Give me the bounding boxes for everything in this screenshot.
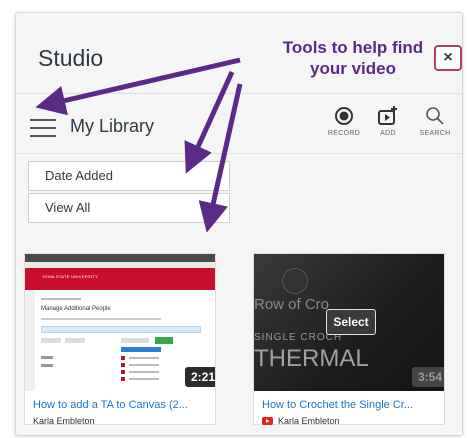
record-icon <box>321 105 367 127</box>
youtube-icon <box>262 417 273 425</box>
video-duration-badge: 3:54 <box>412 367 444 387</box>
video-thumbnail[interactable]: Row of Cro SINGLE CROCH THERMAL Select 3… <box>254 254 444 391</box>
record-label: RECORD <box>327 130 361 137</box>
thumb-info-banner <box>41 326 201 333</box>
annotation-text: Tools to help find your video <box>282 38 424 78</box>
video-card[interactable]: Row of Cro SINGLE CROCH THERMAL Select 3… <box>253 253 445 426</box>
search-label: SEARCH <box>419 130 451 137</box>
video-author: Karla Embleton <box>278 416 340 426</box>
thumb-text-line: Row of Cro <box>254 296 330 313</box>
video-thumbnail[interactable]: IOWA STATE UNIVERSITY Manage Additional … <box>25 254 215 391</box>
close-button[interactable]: × <box>434 45 462 71</box>
header-divider <box>16 93 462 94</box>
add-label: ADD <box>380 130 396 137</box>
menu-icon[interactable] <box>30 119 56 137</box>
video-author: Karla Embleton <box>33 416 95 426</box>
view-filter-select[interactable]: View All <box>28 193 230 223</box>
video-title-link[interactable]: How to Crochet the Single Cr... <box>262 399 413 411</box>
sort-select[interactable]: Date Added <box>28 161 230 191</box>
add-button[interactable]: ADD <box>365 105 411 137</box>
video-duration-badge: 2:21 <box>185 367 215 387</box>
search-icon <box>412 105 458 127</box>
library-title: My Library <box>70 116 155 136</box>
isu-banner: IOWA STATE UNIVERSITY <box>25 268 215 290</box>
video-title-link[interactable]: How to add a TA to Canvas (2... <box>33 399 188 411</box>
channel-avatar <box>282 268 308 294</box>
studio-panel: Studio Tools to help find your video × M… <box>15 12 463 436</box>
app-title: Studio <box>38 45 104 71</box>
record-button[interactable]: RECORD <box>321 105 367 137</box>
select-video-button[interactable]: Select <box>326 309 376 335</box>
video-card[interactable]: IOWA STATE UNIVERSITY Manage Additional … <box>24 253 216 426</box>
isu-banner-title: IOWA STATE UNIVERSITY <box>43 274 99 279</box>
thumb-text-line: THERMAL <box>254 345 369 372</box>
thumb-sidebar <box>25 290 35 391</box>
browser-bar <box>25 254 215 262</box>
thumb-heading: Manage Additional People <box>41 306 111 312</box>
add-video-icon <box>365 105 411 127</box>
thumb-breadcrumb <box>41 298 81 300</box>
search-button[interactable]: SEARCH <box>412 105 458 137</box>
content-divider <box>16 153 462 154</box>
